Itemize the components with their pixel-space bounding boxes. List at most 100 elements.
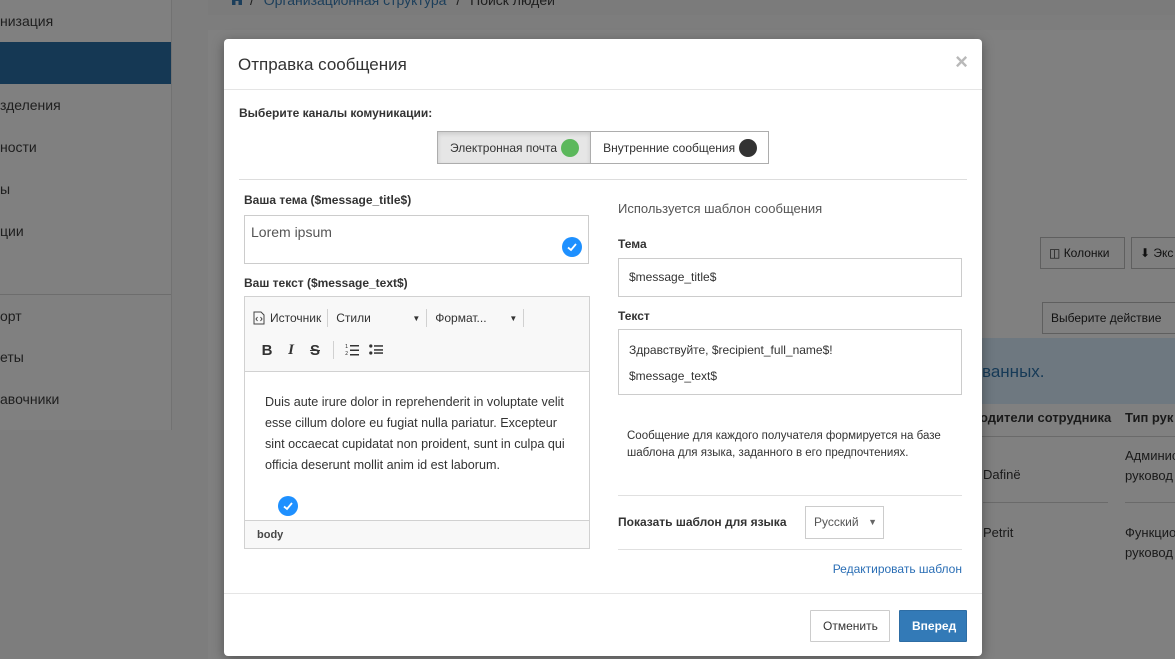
strikethrough-button[interactable]: S: [303, 338, 327, 362]
text-label: Ваш текст ($message_text$): [244, 276, 408, 290]
template-text-line: Здравствуйте, $recipient_full_name$!: [629, 343, 833, 357]
breadcrumb-link[interactable]: Организационная структура: [264, 0, 447, 8]
caret-down-icon: ▼: [868, 517, 877, 527]
table-divider: [1125, 502, 1175, 503]
action-select[interactable]: Выберите действие: [1042, 302, 1175, 334]
breadcrumb-current: Поиск людей: [470, 0, 555, 8]
sidebar-item[interactable]: ции: [0, 210, 171, 252]
table-header[interactable]: Тип рук: [1125, 410, 1173, 425]
channel-email-label: Электронная почта: [450, 140, 558, 155]
template-text-box: Здравствуйте, $recipient_full_name$! $me…: [618, 329, 962, 395]
styles-label: Стили: [336, 311, 371, 325]
table-cell: Админис: [1125, 448, 1175, 463]
svg-text:2: 2: [345, 351, 348, 357]
columns-icon: ◫: [1049, 246, 1061, 260]
bulleted-list-icon: [369, 344, 383, 355]
styles-dropdown[interactable]: Стили ▼: [334, 311, 420, 325]
editor-toolbar: Источник Стили ▼ Формат... ▼ B I S 1 2: [245, 297, 589, 372]
template-note: Сообщение для каждого получателя формиру…: [627, 430, 941, 459]
sidebar-item[interactable]: [0, 252, 171, 294]
toolbar-separator: [333, 341, 334, 359]
toggle-on-icon: [561, 138, 580, 157]
source-label: Источник: [270, 311, 322, 325]
table-cell: руковод: [1125, 468, 1173, 483]
numbered-list-icon: 1 2: [345, 344, 359, 357]
breadcrumb: / Организационная структура / Поиск люде…: [208, 0, 1175, 15]
columns-button[interactable]: ◫ Колонки: [1040, 237, 1125, 269]
toolbar-separator: [426, 309, 428, 327]
breadcrumb-separator: /: [456, 0, 461, 8]
table-cell: Функцио: [1125, 525, 1175, 540]
template-subject-value: $message_title$: [629, 270, 717, 284]
table-header[interactable]: одители сотрудника: [980, 410, 1111, 425]
channel-toggle-group: Электронная почта Внутренние сообщения: [437, 131, 770, 164]
template-subject-label: Тема: [618, 237, 647, 251]
channel-internal-button[interactable]: Внутренние сообщения: [590, 131, 770, 164]
template-caption: Используется шаблон сообщения: [618, 201, 823, 216]
channels-label: Выберите каналы комуникации:: [239, 106, 433, 120]
language-label: Показать шаблон для языка: [618, 515, 787, 529]
table-cell: Dafinë: [983, 467, 1021, 482]
table-cell: Petrit: [983, 525, 1014, 540]
caret-down-icon: ▼: [509, 313, 518, 323]
toolbar-separator: [523, 309, 525, 327]
sidebar-item[interactable]: низация: [0, 0, 171, 42]
table-divider: [983, 502, 1108, 503]
sidebar-item[interactable]: еты: [0, 336, 171, 378]
sidebar-item[interactable]: ы: [0, 168, 171, 210]
source-button[interactable]: Источник: [253, 311, 321, 325]
cancel-button[interactable]: Отменить: [810, 610, 890, 642]
source-icon: [253, 311, 265, 325]
modal-title: Отправка сообщения: [238, 55, 407, 74]
bulleted-list-button[interactable]: [364, 338, 388, 362]
info-alert: ванных.: [970, 338, 1175, 404]
subject-value: Lorem ipsum: [251, 224, 332, 240]
home-icon[interactable]: [230, 0, 244, 5]
close-icon[interactable]: ×: [955, 51, 968, 73]
sidebar-item-active[interactable]: [0, 42, 171, 84]
check-icon: [278, 496, 298, 516]
divider: [618, 495, 962, 496]
format-label: Формат...: [435, 311, 487, 325]
format-dropdown[interactable]: Формат... ▼: [433, 311, 517, 325]
template-subject-box: $message_title$: [618, 258, 962, 297]
export-button[interactable]: ⬇ Экс: [1131, 237, 1175, 269]
editor-content[interactable]: Duis aute irure dolor in reprehenderit i…: [265, 392, 573, 476]
modal-footer: Отменить Вперед: [224, 593, 982, 656]
table-cell: руковод: [1125, 545, 1173, 560]
template-text-line: $message_text$: [629, 369, 718, 383]
toolbar-separator: [327, 309, 329, 327]
divider: [618, 549, 962, 550]
sidebar: низация зделения ности ы ции орт еты аво…: [0, 0, 172, 430]
sidebar-item[interactable]: авочники: [0, 378, 171, 420]
language-value: Русский: [814, 515, 859, 529]
sidebar-item[interactable]: зделения: [0, 84, 171, 126]
toggle-off-icon: [739, 138, 758, 157]
channel-email-button[interactable]: Электронная почта: [437, 131, 591, 164]
rich-text-editor: Источник Стили ▼ Формат... ▼ B I S 1 2 D…: [244, 296, 590, 549]
italic-button[interactable]: I: [279, 338, 303, 362]
next-button[interactable]: Вперед: [899, 610, 967, 642]
modal-header: Отправка сообщения ×: [224, 39, 982, 90]
template-text-label: Текст: [618, 309, 650, 323]
download-icon: ⬇: [1140, 246, 1151, 260]
breadcrumb-separator: /: [250, 0, 254, 8]
info-alert-text: ванных.: [982, 362, 1045, 381]
divider: [239, 179, 967, 180]
subject-input[interactable]: Lorem ipsum: [244, 215, 589, 264]
sidebar-item[interactable]: орт: [0, 294, 171, 336]
export-button-label: Экс: [1153, 246, 1174, 260]
numbered-list-button[interactable]: 1 2: [340, 338, 364, 362]
language-select[interactable]: Русский ▼: [805, 506, 884, 539]
svg-text:1: 1: [345, 344, 348, 350]
channel-internal-label: Внутренние сообщения: [603, 140, 736, 155]
sidebar-item[interactable]: ности: [0, 126, 171, 168]
subject-label: Ваша тема ($message_title$): [244, 193, 412, 207]
editor-element-path[interactable]: body: [245, 520, 589, 548]
send-message-modal: Отправка сообщения × Выберите каналы ком…: [224, 39, 982, 656]
bold-button[interactable]: B: [255, 338, 279, 362]
table-divider: [970, 436, 1175, 437]
caret-down-icon: ▼: [412, 313, 421, 323]
check-icon: [562, 237, 582, 257]
edit-template-link[interactable]: Редактировать шаблон: [833, 562, 962, 576]
